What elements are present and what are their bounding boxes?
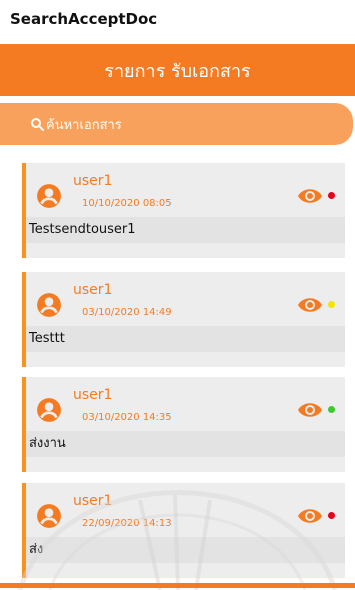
document-card[interactable]: user1 10/10/2020 08:05 Testsendtouser1: [22, 163, 345, 258]
eye-icon[interactable]: [297, 507, 323, 525]
document-card[interactable]: user1 22/09/2020 14:13 ส่ง: [22, 483, 345, 578]
card-datetime: 03/10/2020 14:49: [82, 307, 172, 318]
card-subject: ส่งงาน: [26, 431, 345, 457]
card-subject: ส่ง: [26, 537, 345, 563]
card-username: user1: [73, 387, 113, 403]
search-bar[interactable]: ค้นหาเอกสาร: [0, 103, 353, 145]
search-icon: [31, 118, 44, 131]
user-avatar-icon: [37, 504, 61, 528]
eye-icon[interactable]: [297, 296, 323, 314]
user-avatar-icon: [37, 398, 61, 422]
user-avatar-icon: [37, 293, 61, 317]
eye-icon[interactable]: [297, 401, 323, 419]
bottom-accent-bar: [0, 583, 355, 588]
card-datetime: 10/10/2020 08:05: [82, 198, 172, 209]
status-dot: [328, 301, 335, 308]
card-username: user1: [73, 282, 113, 298]
card-username: user1: [73, 493, 113, 509]
app-title: SearchAcceptDoc: [10, 10, 158, 28]
card-datetime: 03/10/2020 14:35: [82, 412, 172, 423]
document-card[interactable]: user1 03/10/2020 14:49 Testtt: [22, 272, 345, 367]
user-avatar-icon: [37, 184, 61, 208]
status-dot: [328, 192, 335, 199]
status-dot: [328, 512, 335, 519]
search-placeholder: ค้นหาเอกสาร: [46, 117, 122, 133]
card-datetime: 22/09/2020 14:13: [82, 518, 172, 529]
card-subject: Testtt: [26, 326, 345, 352]
card-username: user1: [73, 173, 113, 189]
page-header: รายการ รับเอกสาร: [0, 44, 355, 96]
page-title: รายการ รับเอกสาร: [104, 60, 251, 82]
document-card[interactable]: user1 03/10/2020 14:35 ส่งงาน: [22, 377, 345, 472]
eye-icon[interactable]: [297, 187, 323, 205]
status-dot: [328, 406, 335, 413]
card-subject: Testsendtouser1: [26, 217, 345, 243]
